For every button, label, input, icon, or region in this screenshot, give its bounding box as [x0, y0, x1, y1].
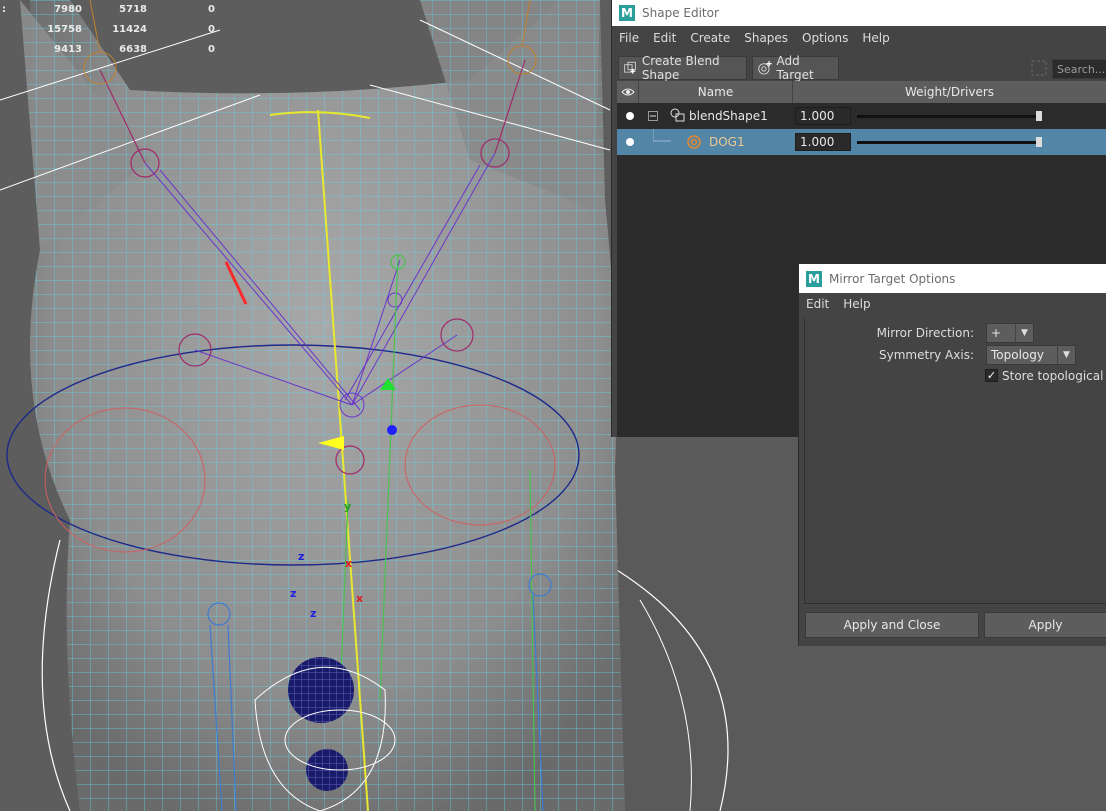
mirror-options-titlebar[interactable]: M Mirror Target Options	[799, 264, 1106, 293]
axis-label-x2: x	[356, 592, 363, 605]
shape-editor-toolbar: Create Blend Shape Add Target Search...	[612, 53, 1106, 83]
hud-value: 0	[208, 44, 215, 55]
symmetry-axis-dropdown[interactable]: Topology ▼	[986, 345, 1076, 365]
blend-shape-weight-handle[interactable]	[1036, 111, 1042, 121]
hud-value: 5718	[119, 4, 147, 15]
weight-column-label: Weight/Drivers	[904, 85, 995, 99]
name-column-header[interactable]: Name	[639, 81, 793, 103]
search-placeholder: Search...	[1057, 62, 1106, 76]
mirror-target-options-window[interactable]: M Mirror Target Options Edit Help Mirror…	[798, 264, 1106, 646]
tree-connector	[653, 129, 671, 142]
hud-value: 9413	[54, 44, 82, 55]
maya-logo-icon: M	[619, 5, 635, 21]
chevron-down-icon: ▼	[1057, 346, 1075, 364]
target-weight-value: 1.000	[800, 135, 835, 149]
visibility-toggle[interactable]	[626, 138, 634, 146]
search-field[interactable]: Search...	[1052, 59, 1106, 79]
target-weight-slider[interactable]	[857, 140, 1039, 144]
create-blend-shape-label: Create Blend Shape	[641, 54, 720, 82]
add-target-label: Add Target	[776, 54, 814, 82]
shape-editor-title: Shape Editor	[642, 6, 719, 20]
add-target-icon	[758, 61, 772, 75]
hud-edge-label: :	[2, 4, 6, 15]
axis-label-z1: z	[298, 550, 304, 563]
target-icon	[687, 135, 701, 149]
axis-label-z3: z	[310, 607, 316, 620]
visibility-column-header[interactable]	[617, 81, 639, 103]
blend-shape-weight-slider[interactable]	[857, 114, 1039, 118]
menu-edit[interactable]: Edit	[646, 31, 683, 45]
apply-and-close-label: Apply and Close	[843, 618, 941, 632]
menu-file[interactable]: File	[612, 31, 646, 45]
chevron-down-icon: ▼	[1015, 324, 1033, 342]
hud-value: 15758	[47, 24, 82, 35]
store-topological-label: Store topological sym	[1002, 369, 1106, 383]
create-blend-shape-icon	[624, 61, 636, 74]
axis-label-z2: z	[290, 587, 296, 600]
hud-value: 6638	[119, 44, 147, 55]
mirror-options-panel: Mirror Direction: + ▼ Symmetry Axis: Top…	[804, 318, 1106, 604]
create-blend-shape-button[interactable]: Create Blend Shape	[618, 54, 747, 82]
filter-icon[interactable]	[1031, 60, 1047, 76]
blend-shape-weight-value: 1.000	[800, 109, 835, 123]
mirror-direction-label: Mirror Direction:	[876, 326, 974, 340]
menu-help[interactable]: Help	[855, 31, 896, 45]
target-weight-field[interactable]: 1.000	[795, 133, 851, 151]
symmetry-axis-value: Topology	[991, 348, 1044, 362]
eye-icon	[620, 88, 635, 96]
shape-editor-column-header: Name Weight/Drivers	[617, 81, 1106, 103]
menu-options[interactable]: Options	[795, 31, 855, 45]
blend-shape-row[interactable]: blendShape1 1.000	[617, 103, 1106, 129]
mirror-direction-value: +	[991, 326, 1002, 340]
axis-label-y: y	[344, 500, 351, 513]
shape-editor-titlebar[interactable]: M Shape Editor	[612, 0, 1106, 26]
maya-logo-icon: M	[806, 270, 822, 287]
target-row-dog1[interactable]: DOG1 1.000	[617, 129, 1106, 155]
collapse-icon[interactable]	[648, 111, 658, 121]
weight-column-header[interactable]: Weight/Drivers	[793, 81, 1106, 103]
mirror-options-title: Mirror Target Options	[829, 271, 956, 286]
blend-shape-weight-field[interactable]: 1.000	[795, 107, 851, 125]
hud-value: 0	[208, 4, 215, 15]
axis-label-x1: x	[345, 557, 352, 570]
mirror-options-menubar: Edit Help	[799, 293, 1106, 315]
apply-label: Apply	[1028, 618, 1063, 632]
hud-value: 0	[208, 24, 215, 35]
blend-shape-name: blendShape1	[689, 109, 768, 123]
symmetry-axis-label: Symmetry Axis:	[879, 348, 974, 362]
hud-value: 7980	[54, 4, 82, 15]
name-column-label: Name	[697, 85, 734, 99]
target-weight-handle[interactable]	[1036, 137, 1042, 147]
menu-edit[interactable]: Edit	[799, 297, 836, 311]
apply-button[interactable]: Apply	[984, 612, 1106, 638]
menu-shapes[interactable]: Shapes	[737, 31, 795, 45]
hud-value: 11424	[112, 24, 147, 35]
mirror-direction-dropdown[interactable]: + ▼	[986, 323, 1034, 343]
blend-shape-icon	[670, 108, 685, 122]
store-topological-checkbox[interactable]: ✓	[985, 369, 998, 382]
target-name: DOG1	[709, 135, 745, 149]
menu-help[interactable]: Help	[836, 297, 877, 311]
menu-create[interactable]: Create	[683, 31, 737, 45]
visibility-toggle[interactable]	[626, 112, 634, 120]
add-target-button[interactable]: Add Target	[752, 54, 839, 82]
apply-and-close-button[interactable]: Apply and Close	[805, 612, 979, 638]
shape-editor-menubar: File Edit Create Shapes Options Help	[612, 27, 1106, 49]
